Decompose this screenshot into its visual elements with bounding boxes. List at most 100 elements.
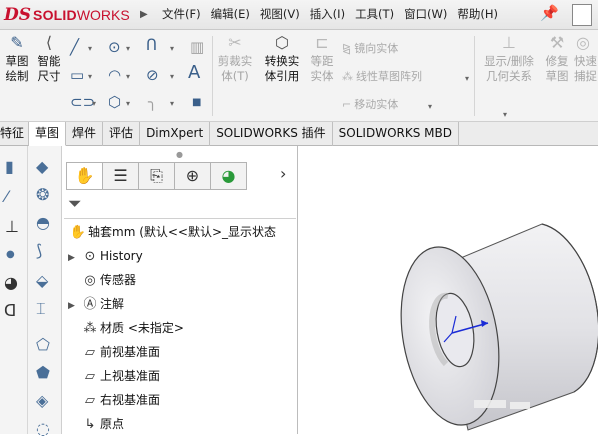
polygon-dropdown-icon[interactable]: ▾: [126, 99, 130, 108]
menu-file[interactable]: 文件(F): [162, 6, 201, 22]
tree-root-part[interactable]: ✋ 轴套mm (默认<<默认>_显示状态: [68, 224, 276, 241]
curves-icon[interactable]: ᗡ: [4, 302, 16, 320]
sketch-label: 草图 绘制: [5, 54, 29, 83]
fillet-dropdown-icon[interactable]: ▾: [170, 99, 174, 108]
arc-dropdown-icon[interactable]: ▾: [126, 72, 130, 81]
mirror-entities-button[interactable]: ⧎ 镜向实体: [342, 40, 398, 56]
move-dropdown-icon[interactable]: ▾: [428, 102, 432, 111]
tree-item-material[interactable]: ⁂ 材质 <未指定>: [68, 320, 184, 337]
tree-item-history[interactable]: ▶ ⊙ History: [68, 248, 143, 266]
boundary-icon[interactable]: ⟆: [36, 242, 42, 260]
circle-icon[interactable]: ⊙: [108, 38, 121, 56]
tree-item-sensors[interactable]: ◎ 传感器: [68, 272, 136, 289]
center-of-mass-icon[interactable]: ◕: [4, 274, 18, 292]
tree-item-top-plane[interactable]: ▱ 上视基准面: [68, 368, 160, 385]
slot-icon[interactable]: ▥: [190, 38, 204, 56]
display-manager-icon: ◕: [221, 166, 236, 185]
expand-arrow-icon[interactable]: ▶: [68, 250, 80, 266]
spline-dropdown-icon[interactable]: ▾: [170, 44, 174, 53]
polygon-icon[interactable]: ⬡: [108, 93, 121, 111]
ellipse-dropdown-icon[interactable]: ▾: [170, 72, 174, 81]
fillet-feature-icon[interactable]: ⬠: [36, 336, 50, 354]
shell-icon[interactable]: ⬙: [36, 272, 48, 290]
repair-sketch-button[interactable]: ⚒ 修复 草图: [541, 34, 573, 84]
line-dropdown-icon[interactable]: ▾: [88, 44, 92, 53]
panel-grip-icon[interactable]: ●: [176, 150, 183, 159]
tab-addins[interactable]: SOLIDWORKS 插件: [210, 122, 333, 146]
tab-sketch[interactable]: 草图: [29, 122, 67, 146]
revolve-icon[interactable]: ❂: [36, 186, 49, 204]
pin-icon[interactable]: 📌: [540, 4, 559, 22]
expand-arrow-icon[interactable]: ▶: [68, 298, 80, 314]
feature-tree-tab[interactable]: ✋: [66, 162, 103, 190]
quick-snaps-button[interactable]: ◎ 快速 捕捉: [574, 34, 598, 84]
sketch-button[interactable]: ✎ 草图 绘制: [0, 34, 34, 84]
logo-expand-icon[interactable]: ▶: [140, 9, 148, 20]
menu-window[interactable]: 窗口(W): [404, 6, 447, 22]
tab-mbd[interactable]: SOLIDWORKS MBD: [333, 122, 459, 146]
display-manager-tab[interactable]: ◕: [210, 162, 247, 190]
menu-view[interactable]: 视图(V): [260, 6, 300, 22]
fillet-icon[interactable]: ╮: [148, 93, 157, 111]
point-icon[interactable]: ■: [192, 94, 201, 112]
menu-help[interactable]: 帮助(H): [457, 6, 498, 22]
chevron-right-icon[interactable]: ›: [280, 164, 286, 183]
convert-entities-button[interactable]: ⬡ 转换实 体引用: [259, 34, 305, 84]
linear-pattern-button[interactable]: ⁂ 线性草图阵列: [342, 68, 422, 84]
dimxpert-manager-tab[interactable]: ⊕: [174, 162, 211, 190]
bushing-model[interactable]: [298, 146, 598, 434]
material-label: 材质 <未指定>: [100, 321, 184, 335]
tab-evaluate[interactable]: 评估: [103, 122, 141, 146]
scissors-icon: ✂: [228, 33, 242, 52]
linear-pattern-label: 线性草图阵列: [356, 70, 422, 83]
property-manager-tab[interactable]: ☰: [102, 162, 139, 190]
new-document-icon[interactable]: [572, 4, 592, 26]
tree-item-front-plane[interactable]: ▱ 前视基准面: [68, 344, 160, 361]
move-icon: ⌐: [342, 98, 352, 111]
annotations-icon: Ⓐ: [83, 297, 97, 312]
chamfer-icon[interactable]: ⬟: [36, 364, 50, 382]
reference-point-icon[interactable]: ●: [6, 246, 15, 264]
trim-entities-button[interactable]: ✂ 剪裁实 体(T): [214, 34, 256, 84]
move-entities-button[interactable]: ⌐ 移动实体: [342, 96, 398, 112]
reference-axis-icon[interactable]: ⊥: [5, 218, 19, 236]
tab-features[interactable]: 特征: [0, 122, 30, 146]
rib-icon[interactable]: ⌶: [36, 300, 46, 318]
relations-dropdown-icon[interactable]: ▾: [503, 110, 507, 119]
hole-icon[interactable]: ◌: [36, 420, 50, 438]
draft-icon[interactable]: ◈: [36, 392, 48, 410]
smart-dimension-button[interactable]: ⟨ 智能 尺寸: [33, 34, 65, 84]
tree-filter[interactable]: ⏷: [64, 193, 296, 219]
tree-item-annotations[interactable]: ▶ Ⓐ 注解: [68, 296, 124, 314]
ellipse-icon[interactable]: ⊘: [146, 66, 159, 84]
display-delete-relations-button[interactable]: ⊥ 显示/删除 几何关系: [478, 34, 540, 84]
tree-item-origin[interactable]: ↳ 原点: [68, 416, 124, 433]
arc-icon[interactable]: ◠: [108, 66, 121, 84]
offset-icon: ⊏: [315, 33, 329, 52]
mirror-icon: ⧎: [342, 42, 352, 55]
offset-label: 等距 实体: [310, 54, 334, 83]
menu-insert[interactable]: 插入(I): [310, 6, 345, 22]
menu-tools[interactable]: 工具(T): [355, 6, 394, 22]
configuration-manager-tab[interactable]: ⎘: [138, 162, 175, 190]
tab-dimxpert[interactable]: DimXpert: [140, 122, 211, 146]
loft-icon[interactable]: ◓: [36, 214, 50, 232]
pattern-dropdown-icon[interactable]: ▾: [465, 74, 469, 83]
graphics-area[interactable]: [298, 146, 598, 434]
rectangle-dropdown-icon[interactable]: ▾: [88, 72, 92, 81]
sweep-icon[interactable]: ⁄: [5, 188, 8, 206]
menu-edit[interactable]: 编辑(E): [211, 6, 250, 22]
quick-snaps-icon: ◎: [576, 33, 590, 52]
boss-extrude-icon[interactable]: ◆: [36, 158, 48, 176]
spline-icon[interactable]: ᑎ: [146, 36, 157, 54]
offset-entities-button[interactable]: ⊏ 等距 实体: [306, 34, 338, 84]
slot-dropdown-icon[interactable]: ▾: [92, 99, 96, 108]
solidworks-logo[interactable]: DS SOLID WORKS: [4, 4, 130, 26]
tree-item-right-plane[interactable]: ▱ 右视基准面: [68, 392, 160, 409]
tab-weldments[interactable]: 焊件: [66, 122, 104, 146]
line-icon[interactable]: ╱: [70, 38, 79, 56]
text-icon[interactable]: A: [188, 64, 200, 82]
circle-dropdown-icon[interactable]: ▾: [126, 44, 130, 53]
extrude-icon[interactable]: ▮: [5, 158, 14, 176]
rectangle-icon[interactable]: ▭: [70, 66, 84, 84]
